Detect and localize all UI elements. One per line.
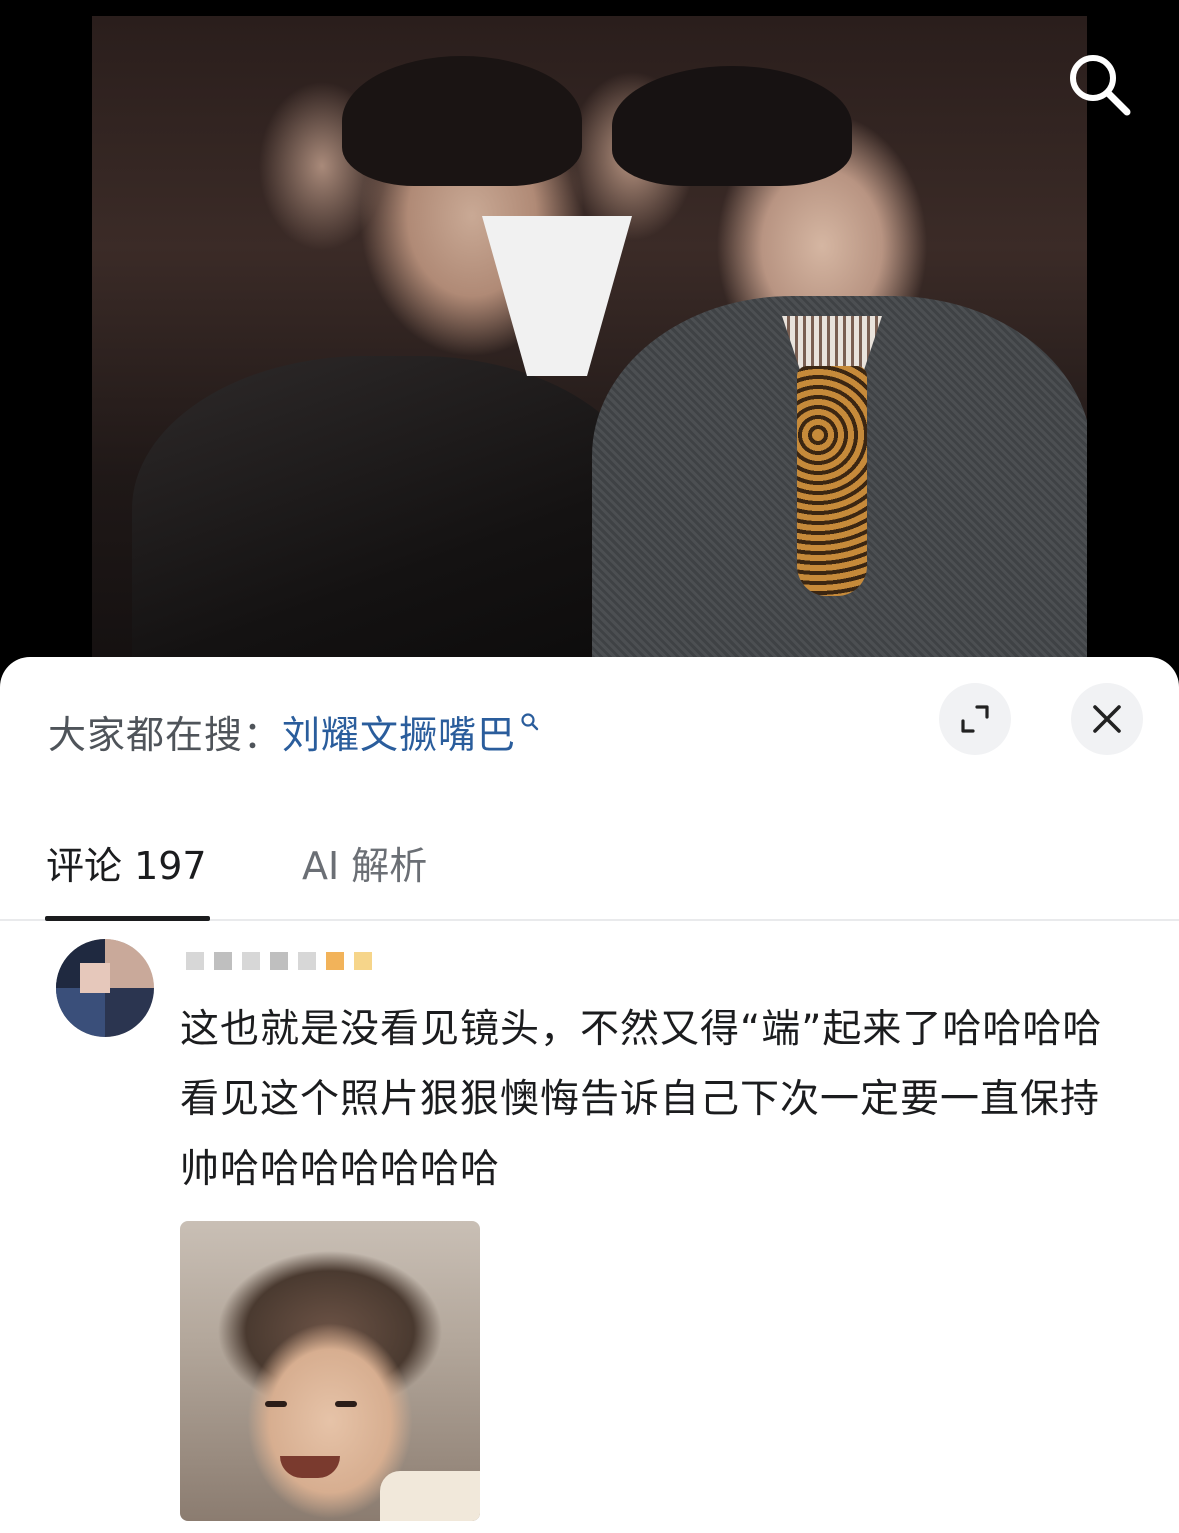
blur-pixel: [326, 952, 344, 970]
hot-search-label: 大家都在搜：: [48, 712, 283, 757]
blur-pixel: [298, 952, 316, 970]
image-detail: [280, 1456, 340, 1478]
photo-detail: [797, 366, 867, 596]
image-detail: [335, 1401, 357, 1407]
image-detail: [265, 1401, 287, 1407]
blur-pixel: [214, 952, 232, 970]
viewport: 大家都在搜： 刘耀文撅嘴巴 评论 197 AI 解析 这也就是没看见镜头，不然又…: [0, 0, 1179, 1533]
hot-search-keyword[interactable]: 刘耀文撅嘴巴: [282, 704, 516, 759]
photo-detail: [612, 66, 852, 186]
search-icon: [1070, 55, 1131, 116]
blur-pixel: [186, 952, 204, 970]
avatar-pixel: [80, 963, 110, 993]
tab-bar: 评论 197 AI 解析: [0, 817, 1179, 921]
username-blurred[interactable]: [186, 941, 372, 981]
blur-pixel: [270, 952, 288, 970]
avatar-pixel: [56, 988, 105, 1037]
photo-detail: [482, 216, 632, 376]
comment-text: 这也就是没看见镜头，不然又得“端”起来了哈哈哈哈看见这个照片狠狠懊悔告诉自己下次…: [180, 1007, 1103, 1192]
post-photo[interactable]: [92, 16, 1087, 676]
expand-button[interactable]: [939, 683, 1011, 755]
search-button[interactable]: [1065, 50, 1133, 118]
comment-image[interactable]: [180, 1221, 480, 1521]
blur-pixel: [242, 952, 260, 970]
comments-sheet: 大家都在搜： 刘耀文撅嘴巴 评论 197 AI 解析 这也就是没看见镜头，不然又…: [0, 657, 1179, 1533]
close-icon: [1093, 705, 1121, 733]
search-icon: [521, 713, 539, 731]
avatar-pixel: [105, 988, 154, 1037]
tab-comments[interactable]: 评论 197: [46, 835, 207, 890]
avatar[interactable]: [56, 939, 154, 1037]
image-detail: [380, 1471, 480, 1521]
active-tab-indicator: [45, 916, 210, 921]
blur-pixel: [354, 952, 372, 970]
avatar-pixel: [105, 939, 154, 988]
photo-detail: [132, 356, 652, 676]
expand-icon: [961, 705, 989, 733]
tab-ai-analysis[interactable]: AI 解析: [302, 835, 427, 890]
hot-search-link[interactable]: 大家都在搜： 刘耀文撅嘴巴: [48, 701, 540, 761]
photo-detail: [342, 56, 582, 186]
close-button[interactable]: [1071, 683, 1143, 755]
